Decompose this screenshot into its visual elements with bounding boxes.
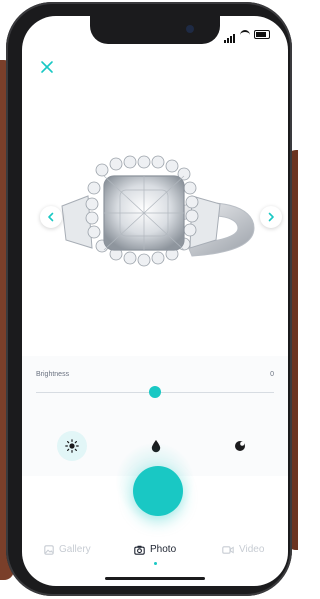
wifi-icon [240, 29, 250, 39]
gallery-icon [44, 544, 54, 555]
active-tab-indicator [154, 562, 157, 565]
phone-frame: Brightness 0 Gallery Photo Video [6, 2, 292, 596]
ring-photo [22, 78, 288, 346]
battery-icon [254, 29, 270, 39]
home-indicator [105, 577, 205, 580]
tab-video-label: Video [239, 544, 265, 555]
tab-photo-label: Photo [150, 544, 177, 555]
tab-video[interactable]: Video [222, 544, 264, 555]
contrast-tool-button[interactable] [225, 431, 255, 461]
app-screen: Brightness 0 Gallery Photo Video [22, 16, 288, 586]
front-camera [186, 25, 194, 33]
tab-gallery-label: Gallery [59, 544, 91, 555]
brightness-value: 0 [270, 371, 274, 378]
sun-icon [65, 439, 79, 453]
tab-photo[interactable]: Photo [134, 544, 176, 555]
camera-icon [134, 545, 145, 555]
chevron-right-icon [268, 212, 274, 222]
video-icon [222, 545, 234, 554]
brightness-label: Brightness [36, 371, 70, 378]
status-icons [224, 25, 270, 43]
shutter-button[interactable] [133, 466, 183, 516]
tab-gallery[interactable]: Gallery [44, 544, 91, 555]
signal-icon [224, 25, 236, 43]
previous-photo-button[interactable] [40, 206, 62, 228]
close-icon[interactable] [40, 60, 54, 74]
notch [90, 16, 220, 44]
contrast-icon [235, 441, 245, 451]
brightness-tool-button[interactable] [57, 431, 87, 461]
chevron-left-icon [48, 212, 54, 222]
brightness-slider-thumb[interactable] [149, 386, 161, 398]
next-photo-button[interactable] [260, 206, 282, 228]
